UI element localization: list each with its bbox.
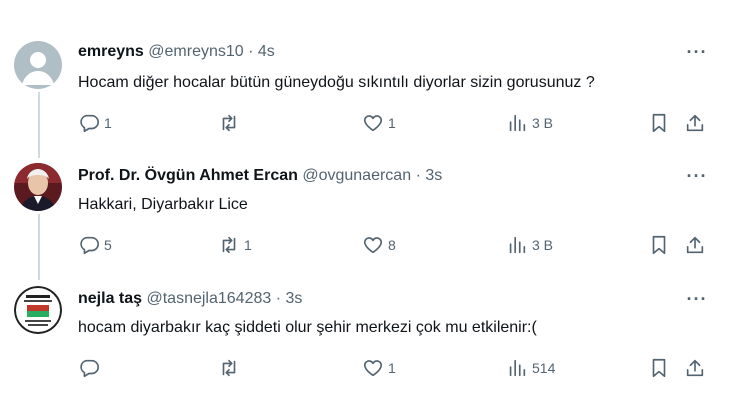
share-button[interactable] bbox=[684, 231, 706, 259]
bookmark-icon bbox=[652, 235, 666, 255]
bookmark-button[interactable] bbox=[648, 109, 670, 137]
heart-icon bbox=[363, 237, 383, 254]
reply-count: 5 bbox=[104, 237, 112, 253]
avatar[interactable] bbox=[14, 286, 62, 334]
views-count: 3 B bbox=[532, 115, 554, 131]
default-avatar-icon bbox=[14, 41, 62, 89]
views-button[interactable]: 3 B bbox=[506, 109, 553, 137]
separator-dot: · bbox=[275, 290, 282, 307]
user-handle[interactable]: @emreyns10 bbox=[148, 43, 243, 60]
display-name[interactable]: emreyns bbox=[78, 43, 144, 60]
reply-button[interactable]: 5 bbox=[78, 231, 112, 259]
heart-icon bbox=[363, 115, 383, 132]
more-options-icon[interactable]: ··· bbox=[684, 43, 710, 65]
more-options-icon[interactable]: ··· bbox=[684, 167, 710, 189]
retweet-button[interactable]: 1 bbox=[218, 231, 252, 259]
tweet-header: nejla taş @tasnejla164283 · 3s bbox=[78, 289, 302, 309]
views-button[interactable]: 514 bbox=[506, 354, 555, 382]
share-icon bbox=[686, 114, 704, 132]
user-handle[interactable]: @tasnejla164283 bbox=[146, 290, 271, 307]
user-handle[interactable]: @ovgunaercan bbox=[302, 167, 411, 184]
retweet-count: 1 bbox=[244, 237, 252, 253]
separator-dot: · bbox=[415, 167, 421, 184]
views-count: 514 bbox=[532, 360, 556, 376]
heart-icon bbox=[363, 360, 383, 377]
share-button[interactable] bbox=[684, 109, 706, 137]
logo-avatar bbox=[14, 286, 62, 334]
reply-icon bbox=[80, 114, 99, 133]
like-count: 1 bbox=[388, 360, 396, 376]
reply-button[interactable]: 1 bbox=[78, 109, 112, 137]
retweet-button[interactable] bbox=[218, 109, 244, 137]
retweet-icon bbox=[222, 114, 236, 132]
share-icon bbox=[686, 236, 704, 254]
tweet-ovgunaercan[interactable]: Prof. Dr. Övgün Ahmet Ercan @ovgunaercan… bbox=[0, 145, 730, 268]
tweet-header: Prof. Dr. Övgün Ahmet Ercan @ovgunaercan… bbox=[78, 166, 442, 186]
share-button[interactable] bbox=[684, 354, 706, 382]
avatar[interactable] bbox=[14, 41, 62, 89]
retweet-icon bbox=[222, 236, 236, 254]
retweet-button[interactable] bbox=[218, 354, 244, 382]
like-button[interactable]: 1 bbox=[362, 109, 396, 137]
like-button[interactable]: 1 bbox=[362, 354, 396, 382]
reply-icon bbox=[80, 236, 99, 255]
separator-dot: · bbox=[248, 43, 254, 60]
more-options-icon[interactable]: ··· bbox=[684, 290, 710, 312]
timestamp[interactable]: 3s bbox=[425, 167, 442, 184]
avatar[interactable] bbox=[14, 163, 62, 211]
profile-photo bbox=[14, 163, 62, 211]
tweet-actions: 1 1 3 B bbox=[70, 109, 720, 137]
tweet-header: emreyns @emreyns10 · 4s bbox=[78, 42, 275, 62]
tweet-emreyns[interactable]: emreyns @emreyns10 · 4s ··· Hocam diğer … bbox=[0, 0, 730, 145]
like-count: 1 bbox=[388, 115, 396, 131]
display-name[interactable]: nejla taş bbox=[78, 290, 142, 307]
bookmark-button[interactable] bbox=[648, 231, 670, 259]
views-count: 3 B bbox=[532, 237, 554, 253]
tweet-text: Hocam diğer hocalar bütün güneydoğu sıkı… bbox=[78, 74, 595, 91]
display-name[interactable]: Prof. Dr. Övgün Ahmet Ercan bbox=[78, 167, 298, 184]
tweet-actions: 5 1 8 3 B bbox=[70, 231, 720, 259]
bar-chart-icon bbox=[509, 236, 526, 254]
bar-chart-icon bbox=[509, 359, 526, 377]
retweet-icon bbox=[222, 359, 236, 377]
tweet-text: Hakkari, Diyarbakır Lice bbox=[78, 196, 248, 213]
reply-button[interactable] bbox=[78, 354, 104, 382]
timestamp[interactable]: 3s bbox=[286, 290, 303, 307]
tweet-text: hocam diyarbakır kaç şiddeti olur şehir … bbox=[78, 319, 537, 336]
share-icon bbox=[686, 359, 704, 377]
bookmark-icon bbox=[652, 358, 666, 378]
tweet-actions: 1 514 bbox=[70, 354, 720, 382]
reply-icon bbox=[80, 359, 99, 378]
bookmark-icon bbox=[652, 113, 666, 133]
like-count: 8 bbox=[388, 237, 396, 253]
tweet-tasnejla[interactable]: nejla taş @tasnejla164283 · 3s ··· hocam… bbox=[0, 268, 730, 420]
views-button[interactable]: 3 B bbox=[506, 231, 553, 259]
bookmark-button[interactable] bbox=[648, 354, 670, 382]
timestamp[interactable]: 4s bbox=[258, 43, 275, 60]
like-button[interactable]: 8 bbox=[362, 231, 396, 259]
bar-chart-icon bbox=[509, 114, 526, 132]
reply-count: 1 bbox=[104, 115, 112, 131]
